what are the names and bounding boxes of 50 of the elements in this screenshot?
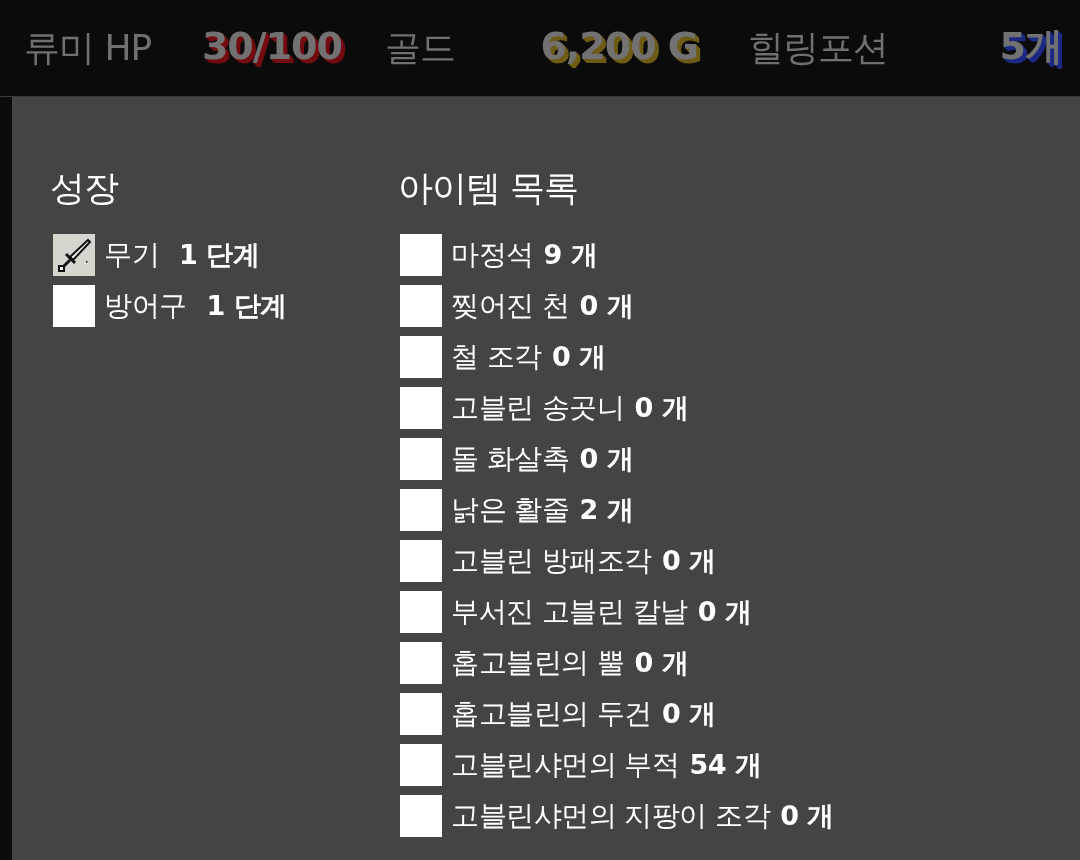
blank-icon xyxy=(400,234,442,276)
item-count: 0 개 xyxy=(634,646,689,680)
item-name: 홉고블린의 뿔 xyxy=(451,645,625,681)
item-name: 부서진 고블린 칼날 xyxy=(451,594,688,630)
item-name: 고블린샤먼의 부적 xyxy=(451,747,680,783)
item-count: 0 개 xyxy=(579,442,634,476)
blank-icon xyxy=(400,285,442,327)
item-name: 고블린 송곳니 xyxy=(451,390,625,426)
stat-value: 6,200 G xyxy=(540,24,699,70)
item-count: 54 개 xyxy=(689,748,762,782)
blank-icon xyxy=(400,795,442,837)
blank-icon xyxy=(400,540,442,582)
item-name: 홉고블린의 두건 xyxy=(451,696,652,732)
level-text: 1 단계 xyxy=(206,289,287,323)
item-count: 0 개 xyxy=(551,340,606,374)
item-count: 2 개 xyxy=(579,493,634,527)
item-name: 마정석 xyxy=(451,237,534,273)
item-count: 0 개 xyxy=(661,697,716,731)
stat-label: 류미 HP xyxy=(24,25,152,70)
item-name: 돌 화살촉 xyxy=(451,441,570,477)
stat-value: 30/100 xyxy=(201,24,343,70)
blank-icon xyxy=(53,285,95,327)
item-name: 방어구 xyxy=(104,288,187,324)
item-count: 0 개 xyxy=(780,799,834,833)
item-count: 9 개 xyxy=(543,238,598,272)
level-text: 1 단계 xyxy=(179,238,260,272)
blank-icon xyxy=(400,642,442,684)
item-count: 0 개 xyxy=(579,289,634,323)
item-count: 0 개 xyxy=(661,544,716,578)
item-name: 철 조각 xyxy=(451,339,542,375)
stat-value: 5개 xyxy=(999,22,1063,70)
item-name: 찢어진 천 xyxy=(451,288,570,324)
item-count: 0 개 xyxy=(634,391,689,425)
blank-icon xyxy=(400,693,442,735)
section-title: 성장 xyxy=(50,167,118,210)
section-title: 아이템 목록 xyxy=(398,167,579,210)
item-name: 고블린 방패조각 xyxy=(451,543,652,579)
stat-label: 힐링포션 xyxy=(748,25,888,70)
blank-icon xyxy=(400,336,442,378)
item-name: 고블린샤먼의 지팡이 조각 xyxy=(451,798,771,834)
item-name: 낡은 활줄 xyxy=(451,492,570,528)
blank-icon xyxy=(400,387,442,429)
blank-icon xyxy=(400,438,442,480)
blank-icon xyxy=(400,744,442,786)
blank-icon xyxy=(400,489,442,531)
stat-label: 골드 xyxy=(385,25,455,70)
item-count: 0 개 xyxy=(697,595,752,629)
blank-icon xyxy=(400,591,442,633)
item-name: 무기 xyxy=(104,237,159,273)
sword-icon xyxy=(53,234,95,276)
